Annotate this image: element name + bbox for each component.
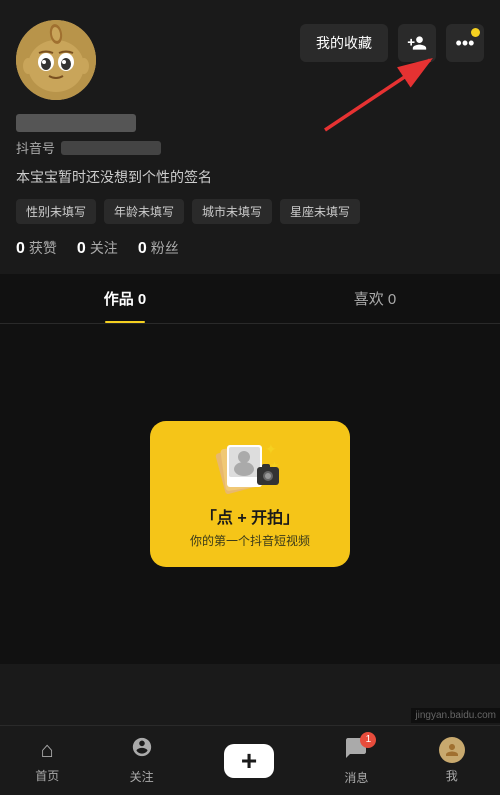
likes-count: 0 — [16, 240, 25, 258]
stat-followers[interactable]: 0 粉丝 — [138, 238, 179, 258]
me-avatar-wrapper — [439, 737, 465, 763]
tag-age[interactable]: 年龄未填写 — [104, 199, 184, 224]
follow-icon — [131, 736, 153, 764]
stat-following[interactable]: 0 关注 — [77, 238, 118, 258]
content-area: ✦ ★ 「点 + 开拍」 你的第一个抖音短视频 — [0, 324, 500, 664]
message-label: 消息 — [344, 769, 368, 786]
following-count: 0 — [77, 240, 86, 258]
add-friend-button[interactable] — [398, 24, 436, 62]
me-label: 我 — [446, 767, 458, 784]
cta-title: 「点 + 开拍」 — [201, 504, 299, 528]
cta-card[interactable]: ✦ ★ 「点 + 开拍」 你的第一个抖音短视频 — [150, 421, 350, 567]
bio-text: 本宝宝暂时还没想到个性的签名 — [16, 167, 484, 187]
home-icon: ⌂ — [41, 737, 54, 763]
add-button[interactable]: + — [224, 744, 274, 778]
douyin-id-label: 抖音号 — [16, 138, 55, 157]
profile-section: 我的收藏 ••• 抖音号 本宝宝暂时还没想到个性的签名 — [0, 0, 500, 274]
tags-row: 性别未填写 年龄未填写 城市未填写 星座未填写 — [16, 199, 484, 224]
stats-row: 0 获赞 0 关注 0 粉丝 — [16, 238, 484, 258]
add-icon: + — [241, 745, 257, 777]
cta-icons: ✦ ★ — [215, 439, 285, 494]
follow-label: 关注 — [130, 768, 154, 785]
tag-zodiac[interactable]: 星座未填写 — [280, 199, 360, 224]
followers-count: 0 — [138, 240, 147, 258]
svg-text:✦: ✦ — [265, 441, 277, 457]
following-label: 关注 — [90, 238, 118, 258]
action-buttons-group: 我的收藏 ••• — [300, 24, 484, 62]
stat-likes[interactable]: 0 获赞 — [16, 238, 57, 258]
nav-message[interactable]: 1 消息 — [344, 736, 368, 786]
cta-illustration: ✦ ★ — [215, 439, 285, 494]
watermark: jingyan.baidu.com — [411, 708, 500, 723]
douyin-id-value-blur — [61, 141, 161, 155]
notification-dot — [471, 28, 480, 37]
tab-works[interactable]: 作品 0 — [0, 274, 250, 323]
profile-top-row: 我的收藏 ••• — [16, 20, 484, 100]
more-options-button[interactable]: ••• — [446, 24, 484, 62]
tabs-bar: 作品 0 喜欢 0 — [0, 274, 500, 324]
nav-home[interactable]: ⌂ 首页 — [35, 737, 59, 784]
likes-label: 获赞 — [29, 238, 57, 258]
add-friend-icon — [407, 33, 427, 53]
home-label: 首页 — [35, 767, 59, 784]
tab-likes[interactable]: 喜欢 0 — [250, 274, 500, 323]
collect-button[interactable]: 我的收藏 — [300, 24, 388, 62]
username-blur — [16, 114, 136, 132]
me-avatar — [439, 737, 465, 763]
bottom-nav: ⌂ 首页 关注 + 1 消息 我 — [0, 725, 500, 795]
tag-gender[interactable]: 性别未填写 — [16, 199, 96, 224]
cta-subtitle: 你的第一个抖音短视频 — [190, 532, 310, 549]
message-badge: 1 — [360, 732, 376, 748]
nav-add[interactable]: + — [224, 744, 274, 778]
nav-me[interactable]: 我 — [439, 737, 465, 784]
nav-follow[interactable]: 关注 — [130, 736, 154, 785]
douyin-id-row: 抖音号 — [16, 138, 484, 157]
tag-city[interactable]: 城市未填写 — [192, 199, 272, 224]
followers-label: 粉丝 — [151, 238, 179, 258]
avatar[interactable] — [16, 20, 96, 100]
